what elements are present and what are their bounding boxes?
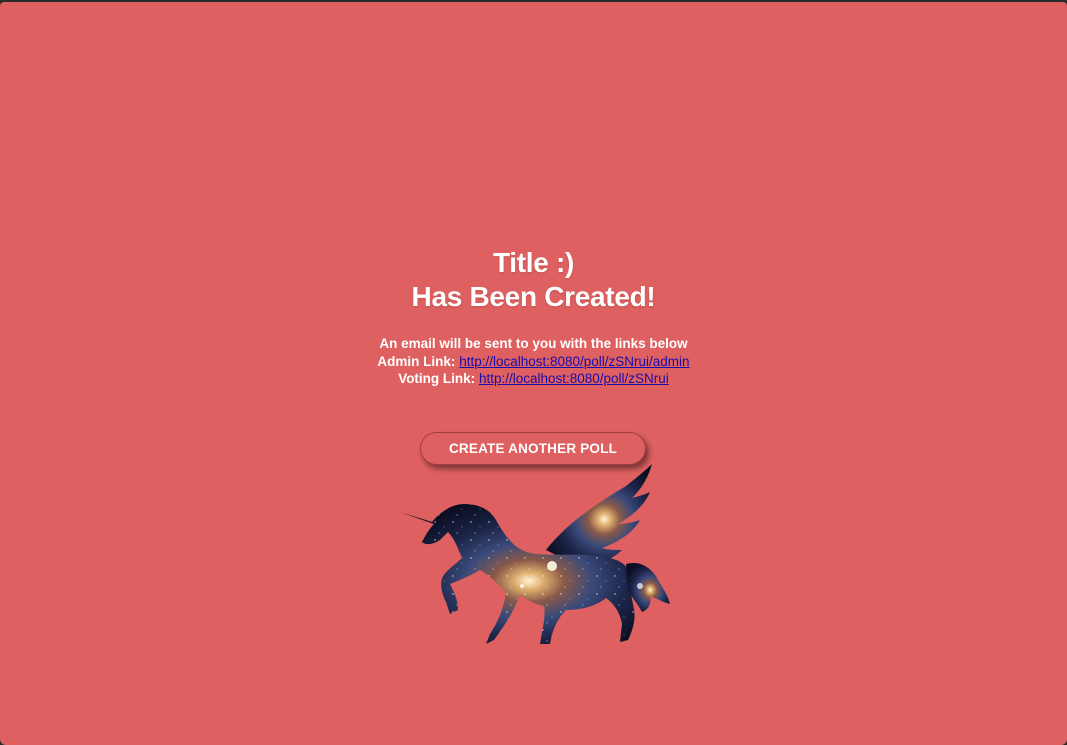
email-notice: An email will be sent to you with the li… bbox=[379, 336, 688, 351]
admin-link[interactable]: http://localhost:8080/poll/zSNrui/admin bbox=[459, 354, 689, 369]
poll-title: Title :) bbox=[492, 247, 575, 278]
admin-link-row: Admin Link: http://localhost:8080/poll/z… bbox=[0, 353, 1067, 371]
links-info: An email will be sent to you with the li… bbox=[0, 335, 1067, 388]
app-window: Title :) Has Been Created! An email will… bbox=[0, 2, 1067, 745]
voting-link-label: Voting Link: bbox=[398, 371, 476, 386]
create-another-poll-button[interactable]: CREATE ANOTHER POLL bbox=[420, 432, 646, 465]
admin-link-label: Admin Link: bbox=[377, 353, 456, 369]
page-heading: Title :) Has Been Created! bbox=[0, 246, 1067, 314]
voting-link[interactable]: http://localhost:8080/poll/zSNrui bbox=[479, 371, 669, 386]
unicorn-galaxy-icon bbox=[400, 464, 670, 644]
voting-link-row: Voting Link: http://localhost:8080/poll/… bbox=[0, 370, 1067, 388]
created-message: Has Been Created! bbox=[411, 281, 656, 312]
